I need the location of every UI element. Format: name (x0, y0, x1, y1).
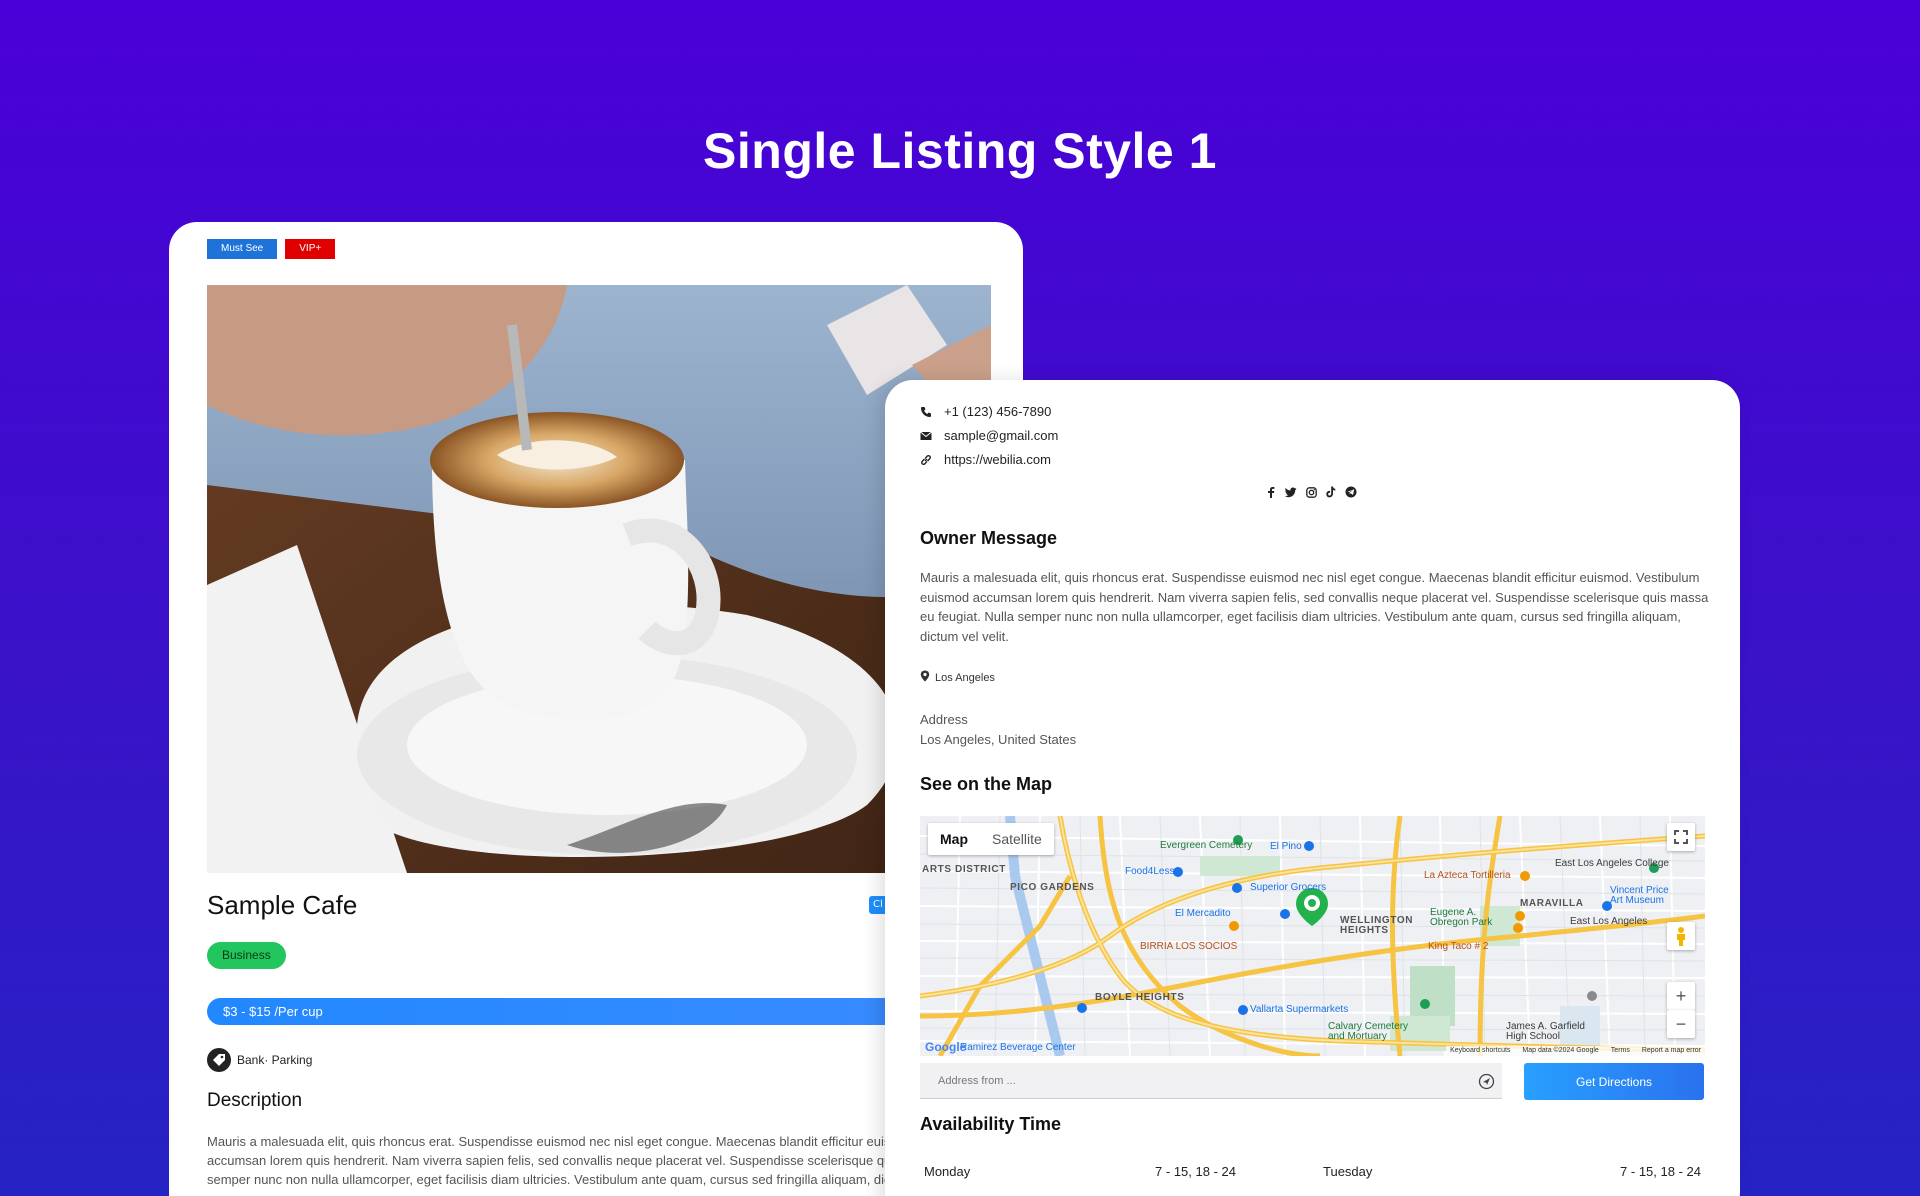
get-directions-button[interactable]: Get Directions (1524, 1063, 1704, 1100)
listing-card-right: +1 (123) 456-7890 sample@gmail.com https… (885, 380, 1740, 1196)
map-pin-icon (920, 670, 930, 685)
map-label: East Los Angeles (1570, 916, 1648, 927)
listing-photo (207, 285, 991, 873)
zoom-out-button[interactable]: − (1667, 1010, 1695, 1038)
phone-row[interactable]: +1 (123) 456-7890 (920, 404, 1051, 419)
map-label: Evergreen Cemetery (1160, 840, 1253, 851)
map-tab-satellite[interactable]: Satellite (980, 823, 1054, 855)
telegram-icon[interactable] (1345, 486, 1357, 498)
facebook-icon[interactable] (1265, 486, 1277, 498)
map-label: BOYLE HEIGHTS (1095, 992, 1185, 1003)
price-bar: $3 - $15 /Per cup (207, 998, 967, 1025)
availability-row: Tuesday 7 - 15, 18 - 24 (1323, 1164, 1701, 1179)
map-label: Vallarta Supermarkets (1250, 1004, 1349, 1015)
link-icon (920, 454, 932, 466)
map-label: Eugene A. Obregon Park (1430, 907, 1493, 928)
map-label: Vincent Price Art Museum (1610, 885, 1669, 906)
tag-icon (207, 1048, 231, 1072)
map-section-title: See on the Map (920, 774, 1053, 794)
availability-hours: 7 - 15, 18 - 24 (1155, 1164, 1236, 1179)
map-footer-link[interactable]: Report a map error (1642, 1046, 1701, 1056)
email-row[interactable]: sample@gmail.com (920, 428, 1058, 443)
map-label: El Mercadito (1175, 908, 1231, 919)
map-label: Ramirez Beverage Center (960, 1042, 1076, 1053)
availability-hours: 7 - 15, 18 - 24 (1620, 1164, 1701, 1179)
map-label: BIRRIA LOS SOCIOS (1140, 941, 1238, 952)
map-footer-link[interactable]: Terms (1611, 1046, 1630, 1056)
website-row[interactable]: https://webilia.com (920, 452, 1051, 467)
email-text: sample@gmail.com (944, 428, 1059, 443)
phone-icon (920, 406, 932, 418)
address-label: Address (920, 712, 968, 727)
badge-vip: VIP+ (285, 239, 336, 259)
map-tab-map[interactable]: Map (928, 823, 980, 855)
availability-day: Monday (924, 1164, 971, 1179)
availability-day: Tuesday (1323, 1164, 1373, 1179)
address-from-input[interactable] (920, 1063, 1502, 1099)
location-row: Los Angeles (920, 670, 995, 685)
amenities-label: Bank· Parking (237, 1053, 313, 1067)
map-label: El Pino (1270, 841, 1302, 852)
map-label: ARTS DISTRICT (922, 864, 1006, 875)
badge-group: Must See VIP+ (207, 239, 336, 259)
map-label: WELLINGTON HEIGHTS (1340, 915, 1414, 936)
website-text: https://webilia.com (944, 452, 1051, 467)
map-label: La Azteca Tortilleria (1424, 870, 1511, 881)
owner-message-title: Owner Message (920, 528, 1058, 548)
map-footer-link[interactable]: Keyboard shortcuts (1450, 1046, 1510, 1056)
listing-title: Sample Cafe (207, 890, 358, 920)
fullscreen-icon (1674, 830, 1688, 844)
zoom-in-button[interactable]: + (1667, 982, 1695, 1010)
map-footer-text: Map data ©2024 Google (1522, 1047, 1599, 1054)
amenities-row: Bank· Parking (207, 1048, 312, 1072)
availability-row: Monday 7 - 15, 18 - 24 (924, 1164, 1236, 1179)
locate-icon[interactable] (1478, 1073, 1495, 1090)
location-text: Los Angeles (935, 671, 995, 684)
map-widget[interactable]: ARTS DISTRICT PICO GARDENS Evergreen Cem… (920, 816, 1705, 1056)
badge-must-see: Must See (207, 239, 278, 259)
map-label: MARAVILLA (1520, 898, 1584, 909)
map-label: Food4Less (1125, 866, 1175, 877)
tiktok-icon[interactable] (1325, 486, 1337, 498)
owner-message-text: Mauris a malesuada elit, quis rhoncus er… (920, 570, 1709, 644)
map-attribution: Keyboard shortcuts Map data ©2024 Google… (1446, 1046, 1705, 1056)
page-title: Single Listing Style 1 (703, 123, 1217, 179)
social-links (1265, 486, 1357, 498)
twitter-icon[interactable] (1285, 486, 1297, 498)
map-type-tabs: Map Satellite (928, 823, 1054, 855)
google-logo: Google (925, 1040, 967, 1054)
map-label: Calvary Cemetery and Mortuary (1328, 1021, 1409, 1042)
pegman-icon (1677, 927, 1685, 946)
address-value: Los Angeles, United States (920, 732, 1077, 747)
minus-icon: − (1675, 1013, 1687, 1034)
map-label: James A. Garfield High School (1506, 1021, 1585, 1042)
fullscreen-button[interactable] (1667, 823, 1695, 851)
map-label: East Los Angeles College (1555, 858, 1669, 869)
map-label: King Taco # 2 (1428, 941, 1489, 952)
availability-title: Availability Time (920, 1114, 1062, 1134)
category-badge[interactable]: Business (207, 942, 286, 969)
instagram-icon[interactable] (1305, 486, 1317, 498)
description-title: Description (207, 1090, 303, 1111)
phone-text: +1 (123) 456-7890 (944, 404, 1052, 419)
map-label: Superior Grocers (1250, 882, 1327, 893)
envelope-icon (920, 430, 932, 442)
street-view-button[interactable] (1667, 922, 1695, 950)
plus-icon: + (1675, 985, 1687, 1006)
map-label: PICO GARDENS (1010, 882, 1095, 893)
